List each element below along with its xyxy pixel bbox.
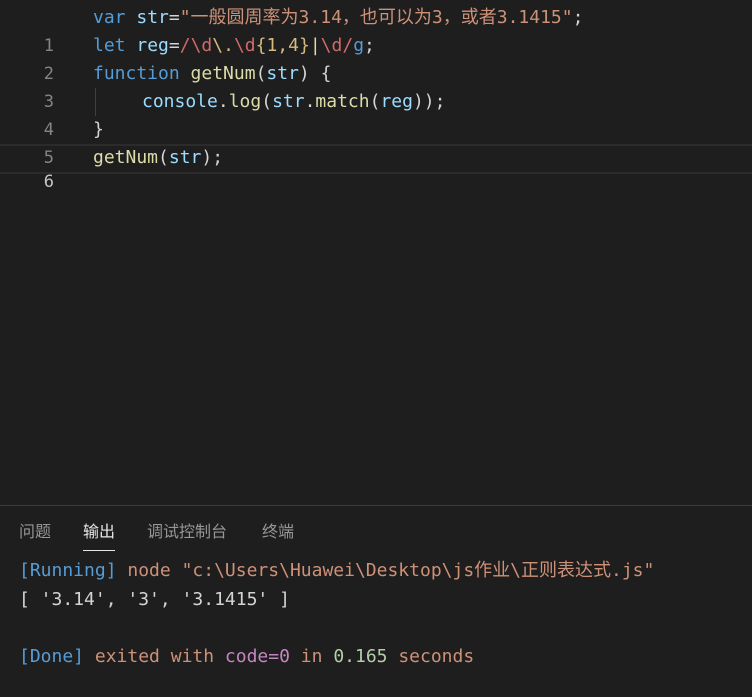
- tab-debug-console[interactable]: 调试控制台: [147, 520, 227, 550]
- regex-escape: \d: [190, 35, 213, 56]
- keyword: function: [93, 63, 180, 84]
- output-line-running: [Running] node "c:\Users\Huawei\Desktop\…: [19, 557, 654, 585]
- punctuation: (: [261, 91, 273, 112]
- regex-delimiter: /: [179, 35, 191, 56]
- operator: =: [168, 35, 180, 56]
- code-text: let reg=/\d\.\d{1,4}|\d/g;: [93, 32, 375, 60]
- punctuation: ) {: [298, 63, 332, 84]
- code-line-1[interactable]: 1 var str="一般圆周率为3.14，也可以为3，或者3.1415";: [0, 4, 752, 56]
- code-text: }: [93, 116, 104, 144]
- exit-code: code=0: [224, 646, 290, 667]
- regex-flag: g: [353, 35, 365, 56]
- punctuation: );: [201, 147, 224, 168]
- punctuation: .: [304, 91, 316, 112]
- punctuation: }: [93, 119, 104, 140]
- tab-problems[interactable]: 问题: [19, 520, 51, 550]
- punctuation: (: [158, 147, 169, 168]
- code-line-2[interactable]: 2 let reg=/\d\.\d{1,4}|\d/g;: [0, 32, 752, 84]
- code-line-4[interactable]: 4 console.log(str.match(reg));: [0, 88, 752, 140]
- identifier: str: [125, 7, 169, 28]
- operator: =: [168, 7, 180, 28]
- method-name: log: [228, 91, 262, 112]
- seconds-text: seconds: [387, 646, 475, 667]
- parameter: str: [266, 63, 299, 84]
- identifier: str: [168, 147, 202, 168]
- regex-quantifier: {1,4}: [255, 35, 310, 56]
- code-editor[interactable]: 1 var str="一般圆周率为3.14，也可以为3，或者3.1415"; 2…: [0, 0, 752, 505]
- panel-tabs: 问题 输出 调试控制台 终端: [0, 506, 752, 554]
- keyword: var: [93, 7, 126, 28]
- function-name: getNum: [179, 63, 256, 84]
- identifier: reg: [125, 35, 169, 56]
- code-text: console.log(str.match(reg));: [142, 88, 445, 116]
- tab-terminal[interactable]: 终端: [262, 520, 294, 550]
- code-line-6[interactable]: 6 getNum(str);: [0, 144, 752, 192]
- running-command: node "c:\Users\Huawei\Desktop\js作业\正则表达式…: [116, 560, 655, 581]
- identifier: console: [142, 91, 218, 112]
- punctuation: ));: [412, 91, 446, 112]
- regex-alternation: |: [309, 35, 321, 56]
- regex-escape: \.: [212, 35, 234, 56]
- punctuation: ;: [364, 35, 375, 56]
- done-tag: [Done]: [19, 646, 85, 667]
- string-literal: "一般圆周率为3.14，也可以为3，或者3.1415": [179, 7, 573, 28]
- output-line-result: [ '3.14', '3', '3.1415' ]: [19, 586, 290, 614]
- regex-delimiter: /: [342, 35, 354, 56]
- regex-escape: \d: [233, 35, 256, 56]
- code-line-3[interactable]: 3 function getNum(str) {: [0, 60, 752, 112]
- tab-output[interactable]: 输出: [83, 520, 116, 551]
- bottom-panel: 问题 输出 调试控制台 终端 [Running] node "c:\Users\…: [0, 505, 752, 697]
- keyword: let: [93, 35, 126, 56]
- function-name: getNum: [93, 147, 159, 168]
- result-text: [ '3.14', '3', '3.1415' ]: [19, 589, 290, 610]
- regex-escape: \d: [320, 35, 343, 56]
- exited-text: exited with: [84, 646, 225, 667]
- line-number: 6: [43, 172, 54, 192]
- punctuation: .: [217, 91, 229, 112]
- code-text: function getNum(str) {: [93, 60, 331, 88]
- identifier: str: [272, 91, 305, 112]
- code-text: var str="一般圆周率为3.14，也可以为3，或者3.1415";: [93, 4, 583, 32]
- punctuation: (: [255, 63, 267, 84]
- code-line-5[interactable]: 5 }: [0, 116, 752, 168]
- method-name: match: [315, 91, 370, 112]
- punctuation: (: [369, 91, 381, 112]
- code-text: getNum(str);: [93, 146, 223, 170]
- in-text: in: [289, 646, 334, 667]
- punctuation: ;: [572, 7, 584, 28]
- running-tag: [Running]: [19, 560, 117, 581]
- elapsed-time: 0.165: [333, 646, 388, 667]
- identifier: reg: [380, 91, 413, 112]
- output-line-done: [Done] exited with code=0 in 0.165 secon…: [19, 643, 474, 671]
